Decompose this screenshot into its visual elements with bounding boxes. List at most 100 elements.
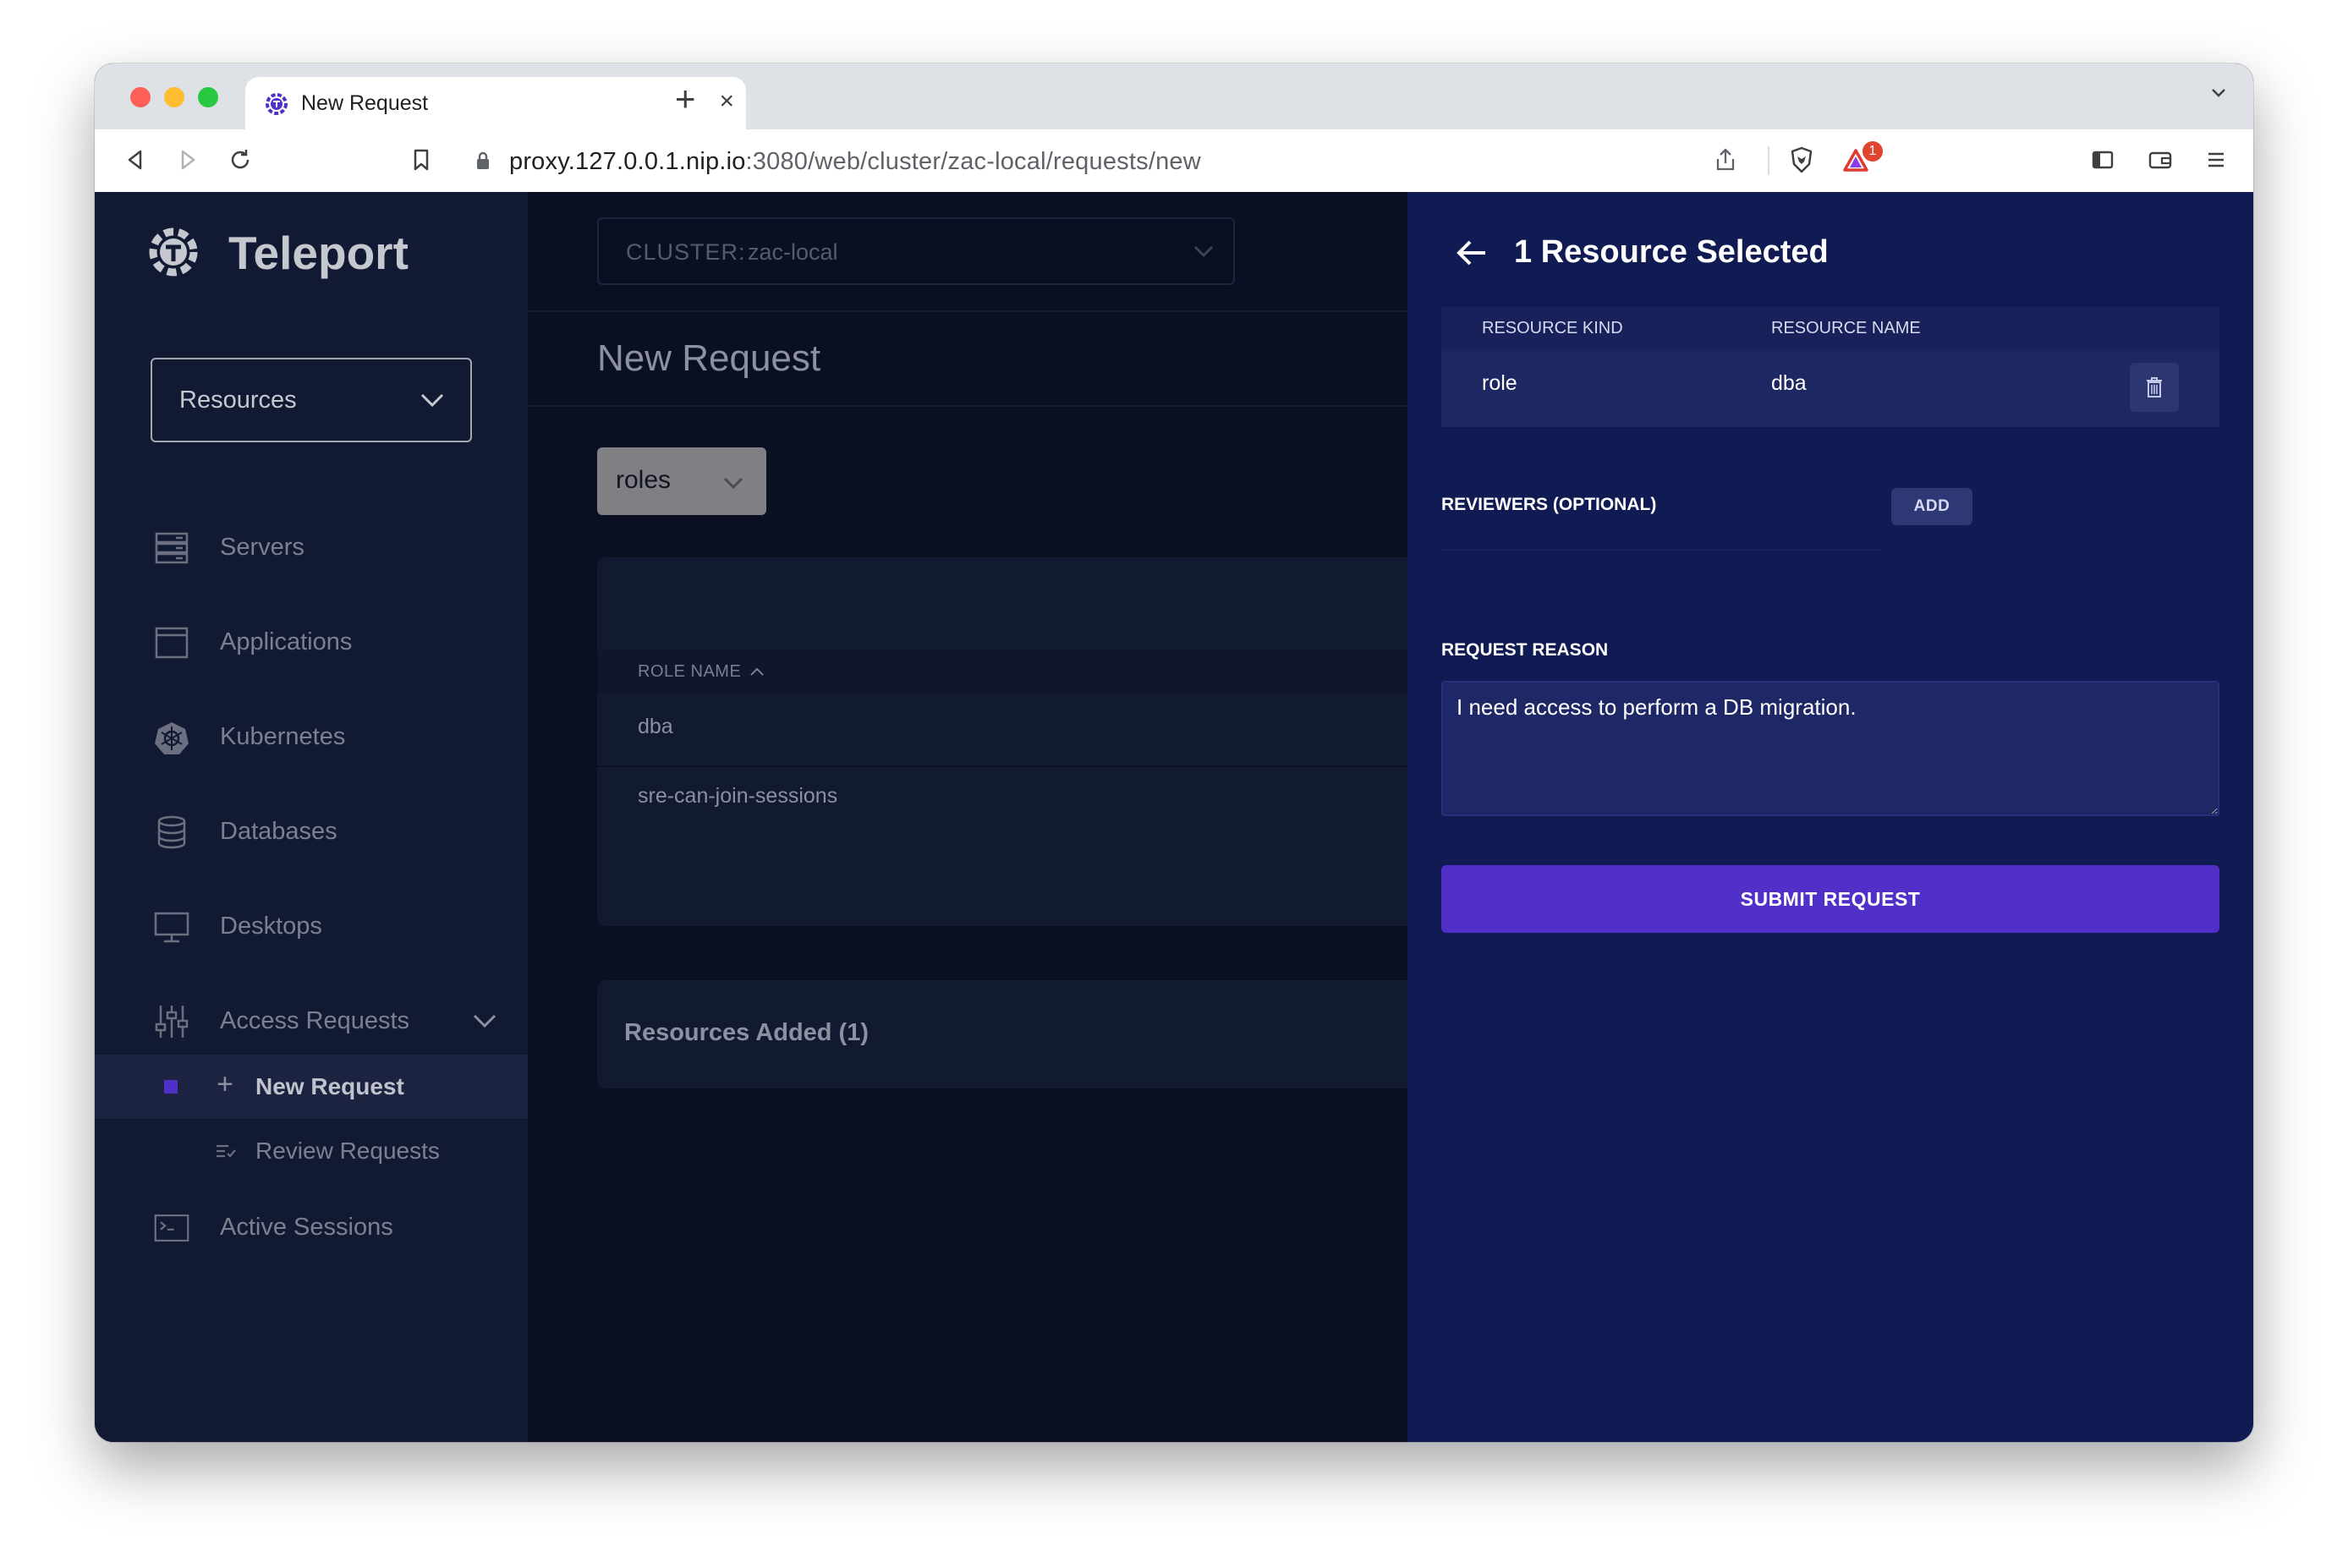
submit-button-label: SUBMIT REQUEST [1740, 888, 1921, 910]
sidebar-item-label: Desktops [220, 913, 322, 940]
table-header: ROLE NAME [597, 650, 1502, 693]
column-header-kind: RESOURCE KIND [1482, 319, 1623, 337]
cluster-selector[interactable]: CLUSTER: zac-local [597, 217, 1235, 285]
sidebar-item-label: Applications [220, 628, 353, 655]
resources-added-label: Resources Added (1) [624, 1019, 869, 1046]
sidebar-item-active-sessions[interactable]: Active Sessions [95, 1193, 528, 1261]
logo-text: Teleport [228, 227, 409, 279]
url-text: proxy.127.0.0.1.nip.io:3080/web/cluster/… [509, 148, 1201, 175]
sidebar-item-label: Review Requests [255, 1138, 440, 1164]
brave-shield-icon[interactable] [1786, 145, 1817, 175]
bookmark-icon[interactable] [406, 145, 436, 175]
table-row[interactable]: sre-can-join-sessions [638, 784, 837, 809]
sidebar-item-access-requests[interactable]: Access Requests [95, 987, 528, 1055]
sidebar-toggle-icon[interactable] [2087, 145, 2118, 175]
browser-tab[interactable]: New Request × [245, 77, 746, 129]
divider [1441, 549, 1881, 551]
resources-dropdown[interactable]: Resources [151, 358, 472, 442]
row-divider [597, 765, 1502, 767]
review-list-icon [217, 1144, 236, 1158]
desktop-icon [154, 912, 189, 943]
kubernetes-icon [155, 722, 189, 754]
main-content: CLUSTER: zac-local New Request roles ROL… [528, 192, 1502, 1442]
wallet-icon[interactable] [2145, 145, 2175, 175]
address-bar[interactable]: proxy.127.0.0.1.nip.io:3080/web/cluster/… [460, 138, 1890, 184]
divider [528, 405, 1502, 407]
sidebar-item-servers[interactable]: Servers [95, 513, 528, 581]
sidebar-item-desktops[interactable]: Desktops [95, 892, 528, 960]
back-arrow-icon[interactable] [1455, 238, 1489, 268]
column-header-role-name[interactable]: ROLE NAME [638, 662, 741, 682]
forward-icon[interactable] [173, 145, 203, 175]
sidebar-item-kubernetes[interactable]: Kubernetes [95, 703, 528, 770]
tab-search-icon[interactable] [2206, 80, 2231, 106]
browser-toolbar: proxy.127.0.0.1.nip.io:3080/web/cluster/… [95, 129, 2253, 193]
request-reason-label: REQUEST REASON [1441, 640, 1609, 660]
close-window-button[interactable] [130, 87, 151, 107]
chevron-down-icon [1193, 245, 1214, 258]
divider [528, 310, 1502, 312]
resource-kind-cell: role [1482, 371, 1517, 395]
remove-resource-button[interactable] [2130, 363, 2179, 412]
panel-title: 1 Resource Selected [1514, 234, 1829, 270]
resource-name-cell: dba [1771, 371, 1807, 395]
resource-type-label: roles [616, 466, 672, 494]
new-tab-button[interactable]: + [675, 79, 696, 119]
terminal-icon [154, 1214, 189, 1242]
submit-request-button[interactable]: SUBMIT REQUEST [1441, 865, 2219, 933]
active-indicator [164, 1080, 178, 1094]
sidebar-item-label: Kubernetes [220, 723, 346, 750]
reviewers-label: REVIEWERS (OPTIONAL) [1441, 495, 1657, 514]
teleport-favicon-icon [266, 93, 288, 115]
minimize-window-button[interactable] [164, 87, 184, 107]
column-header-name: RESOURCE NAME [1771, 319, 1921, 337]
sort-ascending-icon[interactable] [749, 666, 765, 677]
add-reviewer-button[interactable]: ADD [1891, 488, 1972, 525]
cluster-label: CLUSTER: [626, 239, 746, 265]
selected-resources-table: RESOURCE KIND RESOURCE NAME role dba [1441, 307, 2219, 427]
plus-icon: + [217, 1068, 233, 1100]
reload-icon[interactable] [225, 145, 255, 175]
sidebar-item-label: Databases [220, 818, 337, 845]
tab-title: New Request [301, 91, 429, 115]
request-checkout-panel: 1 Resource Selected RESOURCE KIND RESOUR… [1407, 192, 2253, 1442]
tab-strip: New Request × + [95, 63, 2253, 129]
resources-added-section[interactable]: Resources Added (1) [597, 980, 1502, 1088]
sidebar-item-review-requests[interactable]: Review Requests [95, 1119, 528, 1183]
chevron-down-icon [473, 1014, 496, 1028]
maximize-window-button[interactable] [198, 87, 218, 107]
sidebar-item-new-request[interactable]: + New Request [95, 1055, 528, 1119]
sidebar-item-databases[interactable]: Databases [95, 798, 528, 865]
sidebar-item-label: New Request [255, 1073, 404, 1099]
sidebar-item-label: Active Sessions [220, 1214, 393, 1241]
page-title: New Request [597, 337, 821, 379]
chevron-down-icon [723, 477, 743, 490]
database-icon [157, 815, 186, 849]
table-row[interactable]: dba [638, 715, 673, 739]
sidebar-item-applications[interactable]: Applications [95, 608, 528, 676]
toolbar-divider [1768, 146, 1769, 175]
menu-icon[interactable] [2201, 145, 2231, 175]
share-icon[interactable] [1710, 145, 1741, 175]
application-icon [155, 627, 189, 659]
server-icon [155, 532, 189, 564]
teleport-app: Teleport Resources Servers Applications … [95, 192, 2253, 1442]
roles-table: ROLE NAME dba sre-can-join-sessions [597, 557, 1502, 926]
cluster-value: zac-local [748, 239, 838, 265]
teleport-logo-icon [149, 228, 198, 277]
request-reason-textarea[interactable]: I need access to perform a DB migration. [1441, 681, 2219, 816]
back-icon[interactable] [120, 145, 151, 175]
table-header: RESOURCE KIND RESOURCE NAME [1441, 307, 2219, 349]
tab-close-icon[interactable]: × [719, 87, 734, 116]
chevron-down-icon [420, 393, 444, 408]
add-button-label: ADD [1913, 497, 1950, 515]
resources-dropdown-label: Resources [179, 387, 297, 414]
browser-window: New Request × + proxy.127.0.0.1.nip.io:3… [95, 63, 2253, 1442]
sidebar-item-label: Servers [220, 534, 304, 561]
sidebar-item-label: Access Requests [220, 1007, 410, 1034]
sliders-icon [155, 1006, 189, 1038]
notification-badge: 1 [1862, 141, 1883, 162]
resource-type-dropdown[interactable]: roles [597, 447, 766, 515]
lock-icon [477, 151, 489, 169]
sidebar: Teleport Resources Servers Applications … [95, 192, 528, 1442]
